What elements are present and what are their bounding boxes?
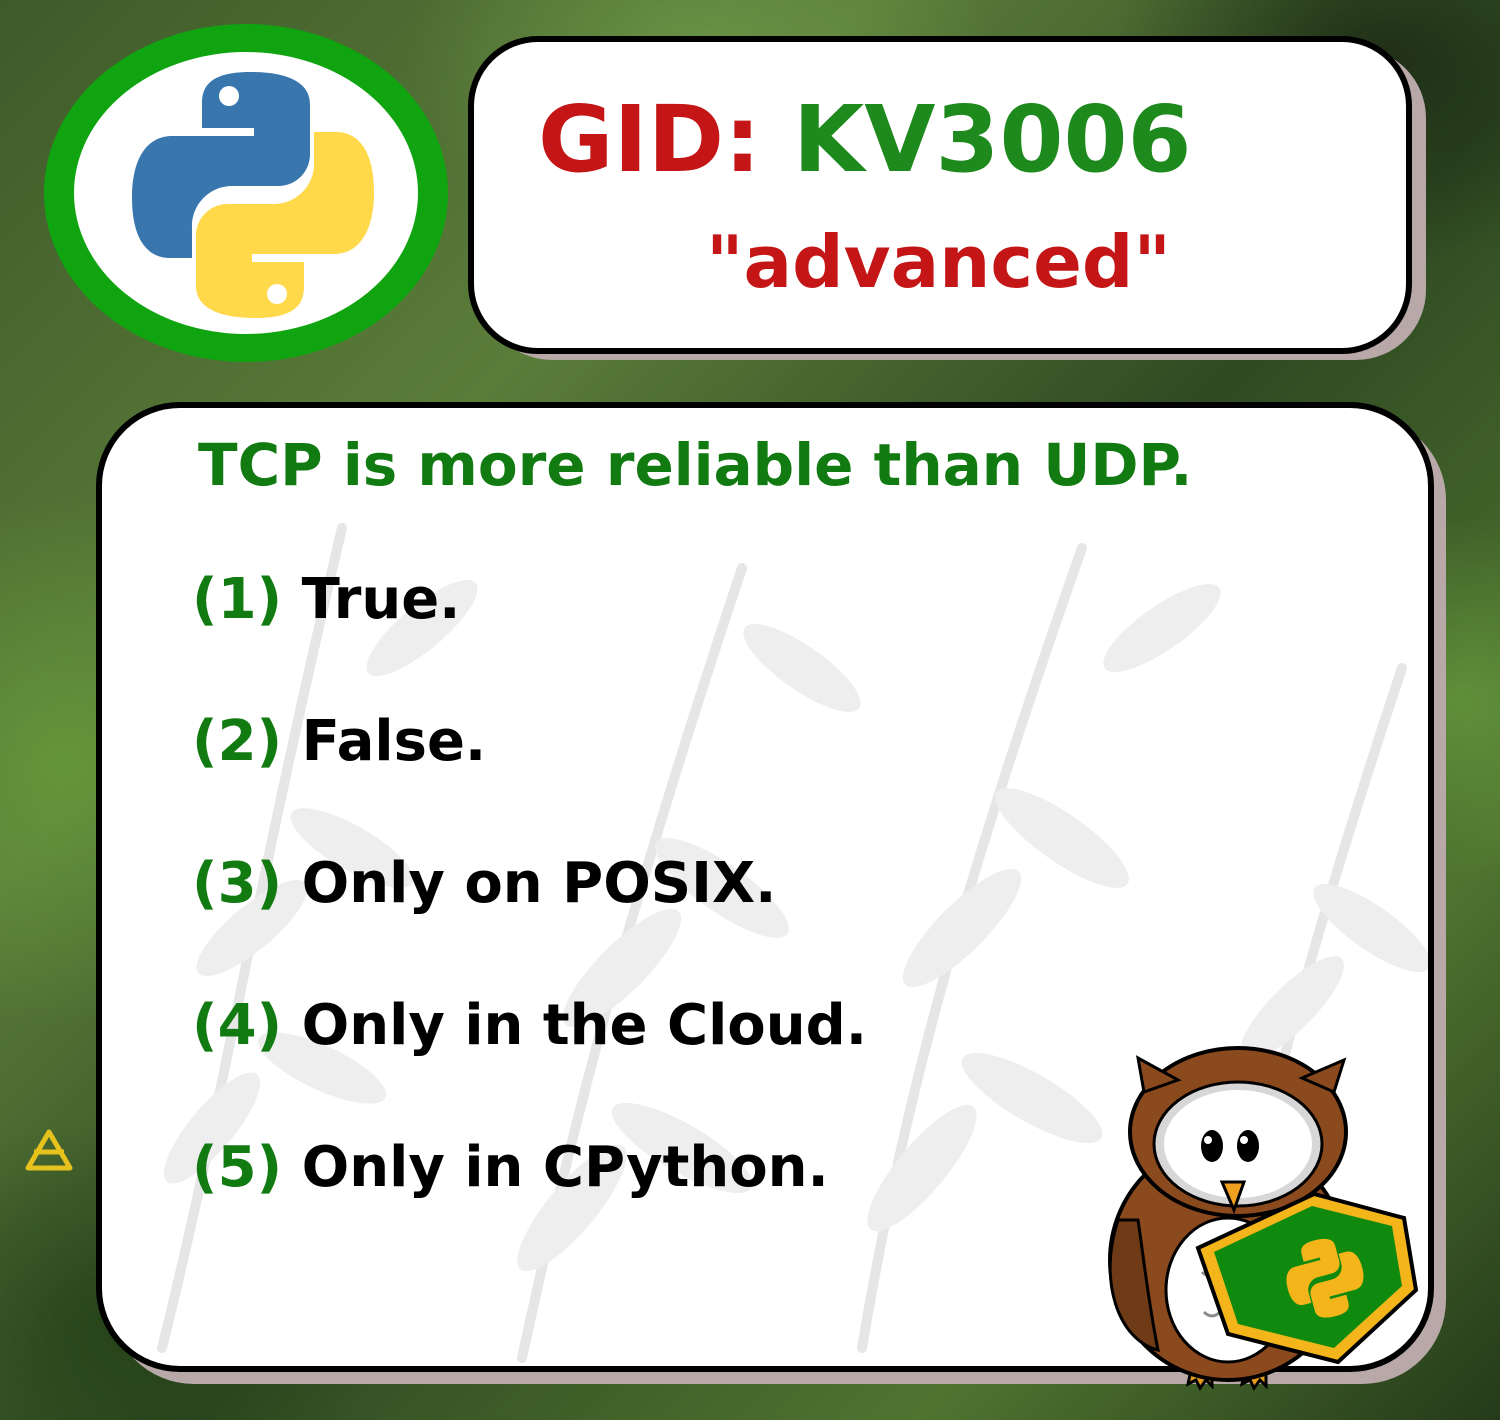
gid-value: KV3006 — [792, 86, 1192, 193]
logo-ring — [44, 24, 448, 362]
triangle-glyph-icon — [25, 1129, 73, 1171]
option-5[interactable]: (5) Only in CPython. — [192, 1136, 829, 1200]
option-number: (3) — [192, 851, 283, 916]
option-4[interactable]: (4) Only in the Cloud. — [192, 994, 867, 1058]
option-2[interactable]: (2) False. — [192, 710, 486, 774]
question-text: TCP is more reliable than UDP. — [198, 431, 1193, 499]
gid-line: GID: KV3006 — [538, 90, 1191, 190]
option-text: True. — [301, 567, 461, 632]
option-text: Only in the Cloud. — [301, 993, 867, 1058]
option-number: (4) — [192, 993, 283, 1058]
option-number: (5) — [192, 1135, 283, 1200]
option-text: Only on POSIX. — [301, 851, 777, 916]
python-logo-icon — [132, 72, 374, 318]
option-1[interactable]: (1) True. — [192, 568, 460, 632]
gid-label: GID: — [538, 86, 761, 193]
owl-mascot-icon — [1108, 1046, 1419, 1391]
option-text: Only in CPython. — [301, 1135, 829, 1200]
option-number: (1) — [192, 567, 283, 632]
difficulty-level: "advanced" — [706, 220, 1171, 304]
option-3[interactable]: (3) Only on POSIX. — [192, 852, 776, 916]
option-text: False. — [301, 709, 487, 774]
option-number: (2) — [192, 709, 283, 774]
header-card: GID: KV3006 "advanced" — [468, 36, 1412, 354]
